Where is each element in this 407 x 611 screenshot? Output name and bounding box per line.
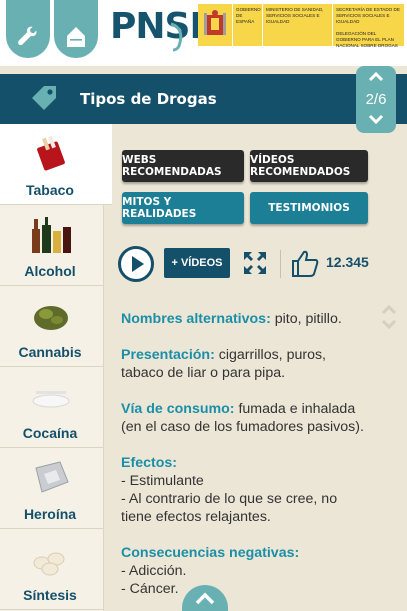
media-toolbar: + VÍDEOS 12.345 xyxy=(118,246,398,286)
sidebar-item-alcohol[interactable]: Alcohol xyxy=(0,205,104,286)
drug-detail: WEBS RECOMENDADAS VÍDEOS RECOMENDADOS MI… xyxy=(104,124,407,611)
scroll-indicator-icon[interactable] xyxy=(380,302,398,332)
top-bar: PNSD GOBIERNO DE ESPAÑA MINISTERIO DE SA… xyxy=(0,0,407,66)
drug-sidebar: Tabaco Alcohol Cannabis Cocaína Heroína … xyxy=(0,124,112,611)
likes-count: 12.345 xyxy=(326,254,369,270)
testimonios-button[interactable]: TESTIMONIOS xyxy=(250,192,368,224)
nombres-label: Nombres alternativos: xyxy=(121,311,271,327)
play-icon xyxy=(132,256,144,272)
consecuencias-label: Consecuencias negativas: xyxy=(121,545,300,561)
wrench-icon xyxy=(18,26,37,46)
mitos-realidades-button[interactable]: MITOS Y REALIDADES xyxy=(122,192,244,224)
divider xyxy=(280,250,281,278)
sidebar-item-sintesis[interactable]: Síntesis xyxy=(0,529,104,610)
gobierno-label: GOBIERNO DE ESPAÑA xyxy=(232,4,262,46)
pager: 2/6 xyxy=(356,66,396,133)
presentacion-paragraph: Presentación: cigarrillos, puros, tabaco… xyxy=(121,346,371,382)
government-logo: GOBIERNO DE ESPAÑA MINISTERIO DE SANIDAD… xyxy=(198,4,404,48)
efectos-item: - Al contrario de lo que se cree, no tie… xyxy=(121,491,338,525)
secretaria-text: SECRETARÍA DE ESTADO DE SERVICIOS SOCIAL… xyxy=(336,7,400,24)
consecuencias-item: - Adicción. xyxy=(121,563,187,579)
sidebar-item-cocaina[interactable]: Cocaína xyxy=(0,367,104,448)
powder-icon xyxy=(32,391,70,408)
play-button[interactable] xyxy=(118,246,154,282)
chevron-down-icon[interactable] xyxy=(368,114,384,124)
delegacion-text: DELEGACIÓN DEL GOBIERNO PARA EL PLAN NAC… xyxy=(336,31,398,48)
home-button[interactable] xyxy=(54,0,98,58)
sidebar-item-tabaco[interactable]: Tabaco xyxy=(0,124,112,205)
consecuencias-item: - Cáncer. xyxy=(121,581,179,597)
sidebar-item-label: Cannabis xyxy=(18,344,82,360)
efectos-label: Efectos: xyxy=(121,455,177,471)
thumbs-up-icon[interactable] xyxy=(290,248,320,278)
spain-shield-icon xyxy=(198,4,232,46)
section-header: Tipos de Drogas xyxy=(0,74,407,124)
sidebar-item-cannabis[interactable]: Cannabis xyxy=(0,286,104,367)
chevron-up-icon[interactable] xyxy=(368,72,384,82)
tag-icon xyxy=(32,86,56,110)
sidebar-item-label: Síntesis xyxy=(23,587,77,603)
logo-swoosh-icon xyxy=(170,22,183,52)
more-videos-button[interactable]: + VÍDEOS xyxy=(164,248,230,278)
chevron-up-icon xyxy=(195,592,215,605)
via-paragraph: Vía de consumo: fumada e inhalada (en el… xyxy=(121,400,371,436)
page-title: Tipos de Drogas xyxy=(80,90,217,108)
presentacion-label: Presentación: xyxy=(121,347,215,363)
pager-count: 2/6 xyxy=(365,91,387,108)
videos-recomendados-button[interactable]: VÍDEOS RECOMENDADOS xyxy=(250,150,368,182)
drug-info-text: Nombres alternativos: pito, pitillo. Pre… xyxy=(121,310,371,611)
home-icon xyxy=(67,27,85,47)
bottles-icon xyxy=(32,217,71,253)
via-label: Vía de consumo: xyxy=(121,401,235,417)
foil-icon xyxy=(35,461,69,493)
settings-button[interactable] xyxy=(6,0,50,58)
nombres-paragraph: Nombres alternativos: pito, pitillo. xyxy=(121,310,371,328)
secretaria-label: SECRETARÍA DE ESTADO DE SERVICIOS SOCIAL… xyxy=(332,4,404,48)
nombres-value: pito, pitillo. xyxy=(270,311,342,327)
consecuencias-paragraph: Consecuencias negativas: - Adicción. - C… xyxy=(121,544,371,598)
sidebar-item-label: Heroína xyxy=(23,506,77,522)
sidebar-item-heroina[interactable]: Heroína xyxy=(0,448,104,529)
efectos-item: - Estimulante xyxy=(121,473,204,489)
sidebar-item-label: Tabaco xyxy=(26,182,74,198)
efectos-paragraph: Efectos: - Estimulante - Al contrario de… xyxy=(121,454,371,526)
sidebar-item-label: Alcohol xyxy=(24,263,76,279)
cigarettes-icon xyxy=(37,135,65,171)
sidebar-item-label: Cocaína xyxy=(22,425,78,441)
ministerio-label: MINISTERIO DE SANIDAD, SERVICIOS SOCIALE… xyxy=(262,4,332,46)
bottom-scroll-button[interactable] xyxy=(182,585,228,611)
webs-recomendadas-button[interactable]: WEBS RECOMENDADAS xyxy=(122,150,244,182)
cannabis-icon xyxy=(34,306,68,330)
expand-icon[interactable] xyxy=(242,250,268,276)
pills-icon xyxy=(33,552,65,576)
